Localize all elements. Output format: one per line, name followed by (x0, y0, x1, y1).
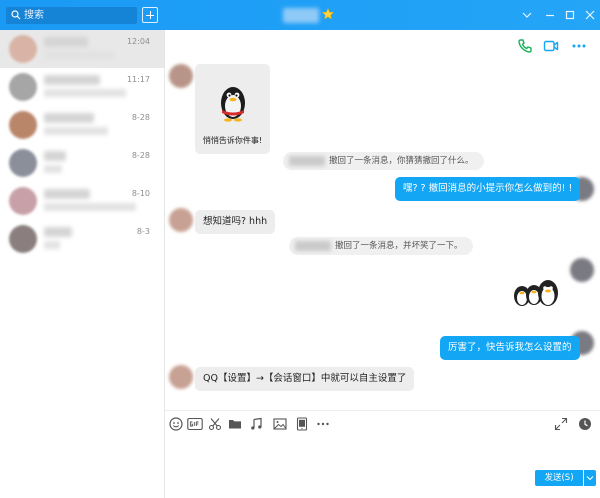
avatar (9, 225, 37, 253)
contact-item[interactable]: 11:17 (0, 68, 164, 106)
contact-preview (44, 203, 136, 211)
contact-preview (44, 89, 126, 97)
search-icon (11, 10, 21, 20)
contact-name (44, 113, 94, 123)
contact-name (44, 227, 72, 237)
contact-preview (44, 165, 62, 173)
music-icon[interactable] (250, 417, 264, 431)
avatar (9, 111, 37, 139)
chevron-down-icon[interactable] (519, 7, 535, 23)
contact-preview (44, 241, 60, 249)
avatar (9, 35, 37, 63)
input-toolbar (165, 410, 600, 438)
message-card[interactable]: 悄悄告诉你件事! (195, 64, 270, 154)
contact-name (44, 75, 100, 85)
recall-notice-text: 撤回了一条消息，并坏笑了一下。 (335, 241, 463, 251)
avatar (570, 258, 594, 282)
add-button[interactable] (142, 7, 158, 23)
avatar (169, 365, 193, 389)
contact-item[interactable]: 8-3 (0, 220, 164, 258)
search-input[interactable] (24, 7, 134, 24)
sender-name (295, 241, 331, 251)
video-call-icon[interactable] (543, 38, 559, 54)
contact-time: 8-3 (136, 227, 150, 236)
star-icon (322, 8, 334, 20)
expand-icon[interactable] (554, 417, 568, 431)
phone-icon[interactable] (517, 38, 533, 54)
folder-icon[interactable] (228, 417, 242, 431)
chevron-down-icon (586, 476, 594, 481)
contact-item[interactable]: 8-28 (0, 144, 164, 182)
contact-item[interactable]: 12:04 (0, 30, 164, 68)
contact-list: 12:04 11:17 8-28 8-28 8-10 8-3 (0, 30, 165, 498)
contact-preview (44, 127, 108, 135)
close-icon[interactable] (582, 7, 598, 23)
contact-preview (44, 51, 114, 59)
chat-title (283, 8, 319, 23)
avatar (169, 208, 193, 232)
contact-item[interactable]: 8-10 (0, 182, 164, 220)
message-bubble-incoming[interactable]: QQ【设置】→【会话窗口】中就可以自主设置了 (195, 367, 415, 391)
penguin-icon (221, 87, 245, 122)
avatar (9, 73, 37, 101)
emoji-icon[interactable] (169, 417, 183, 431)
penguin-sticker[interactable] (512, 278, 560, 308)
message-bubble-outgoing[interactable]: 嘿? ? 撤回消息的小提示你怎么做到的! ! (395, 177, 581, 201)
title-bar (0, 0, 600, 30)
minimize-icon[interactable] (542, 7, 558, 23)
message-input[interactable] (171, 438, 591, 464)
contact-time: 12:04 (126, 37, 150, 46)
contact-name (44, 151, 66, 161)
phone-screen-icon[interactable] (295, 417, 309, 431)
gif-icon[interactable] (187, 417, 203, 431)
scissors-icon[interactable] (208, 417, 222, 431)
recall-notice: 撤回了一条消息，你猜猜撤回了什么。 (283, 152, 484, 170)
contact-time: 11:17 (126, 75, 150, 84)
message-list: 悄悄告诉你件事! 撤回了一条消息，你猜猜撤回了什么。 嘿? ? 撤回消息的小提示… (165, 60, 600, 410)
message-bubble-incoming[interactable]: 想知道吗? hhh (195, 210, 276, 234)
more-icon[interactable] (571, 38, 587, 54)
maximize-icon[interactable] (562, 7, 578, 23)
recall-notice: 撤回了一条消息，并坏笑了一下。 (289, 237, 473, 255)
contact-time: 8-28 (131, 151, 150, 160)
send-options-button[interactable] (584, 470, 596, 486)
contact-item[interactable]: 8-28 (0, 106, 164, 144)
avatar (9, 187, 37, 215)
card-caption: 悄悄告诉你件事! (202, 136, 263, 145)
message-input-area: 发送(S) (165, 438, 600, 498)
contact-name (44, 37, 88, 47)
send-button[interactable]: 发送(S) (535, 470, 583, 486)
message-bubble-outgoing[interactable]: 厉害了，快告诉我怎么设置的 (440, 336, 580, 360)
avatar (9, 149, 37, 177)
search-box[interactable] (6, 7, 137, 24)
avatar (169, 64, 193, 88)
chat-header (165, 30, 600, 60)
contact-time: 8-28 (131, 113, 150, 122)
sender-name (289, 156, 325, 166)
contact-time: 8-10 (131, 189, 150, 198)
image-icon[interactable] (273, 417, 287, 431)
more-icon[interactable] (316, 417, 330, 431)
history-icon[interactable] (578, 417, 592, 431)
contact-name (44, 189, 90, 199)
recall-notice-text: 撤回了一条消息，你猜猜撤回了什么。 (329, 156, 474, 166)
